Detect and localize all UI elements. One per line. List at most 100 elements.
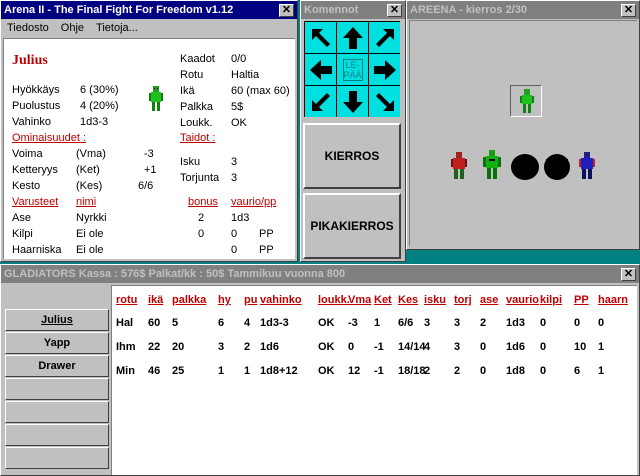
command-close-button[interactable]: ✕ xyxy=(387,3,402,17)
equipment-damage: 1d3 xyxy=(231,212,250,224)
stat-label: Loukk. xyxy=(180,117,213,129)
equipment-slot: Kilpi xyxy=(12,228,33,240)
table-cell: 60 xyxy=(148,317,161,329)
attribute-value: -3 xyxy=(144,148,154,160)
table-cell: 46 xyxy=(148,365,161,377)
empty-slot-button[interactable] xyxy=(5,378,109,400)
table-cell: 1 xyxy=(598,341,605,353)
table-cell: 2 xyxy=(424,365,431,377)
arrow-up-icon xyxy=(342,26,363,49)
column-header[interactable]: Vma xyxy=(348,294,371,306)
column-header[interactable]: palkka xyxy=(172,294,206,306)
main-close-button[interactable]: ✕ xyxy=(279,3,294,17)
menu-file[interactable]: Tiedosto xyxy=(7,22,49,34)
stat-label: Rotu xyxy=(180,69,204,81)
move-down-right-button[interactable] xyxy=(369,86,400,117)
equipment-header-bonus: bonus xyxy=(188,196,218,208)
main-window: Arena II - The Final Fight For Freedom v… xyxy=(0,0,298,262)
menu-bar: Tiedosto Ohje Tietoja... xyxy=(1,19,297,37)
quick-round-button[interactable]: PIKAKIERROS xyxy=(303,193,401,259)
stat-label: Ikä xyxy=(180,85,195,97)
table-cell: 3 xyxy=(454,341,461,353)
column-header[interactable]: pu xyxy=(244,294,257,306)
column-header[interactable]: Ket xyxy=(374,294,392,306)
gladiator-button[interactable]: Julius xyxy=(5,309,109,331)
column-header[interactable]: PP xyxy=(574,294,589,306)
stat-label: Kaadot xyxy=(180,53,215,65)
column-header[interactable]: ikä xyxy=(148,294,163,306)
gladiator-button[interactable]: Drawer xyxy=(5,355,109,377)
equipment-slot: Haarniska xyxy=(12,244,62,256)
move-right-button[interactable] xyxy=(369,54,400,85)
selected-gladiator-marker[interactable] xyxy=(510,85,542,117)
column-header[interactable]: loukk. xyxy=(318,294,350,306)
table-cell: 5 xyxy=(172,317,179,329)
stat-value: 4 (20%) xyxy=(80,100,119,112)
attributes-header: Ominaisuudet : xyxy=(12,132,86,144)
empty-slot-button[interactable] xyxy=(5,447,109,469)
table-cell: -1 xyxy=(374,341,384,353)
table-cell: 0 xyxy=(574,317,581,329)
table-cell: 2 xyxy=(454,365,461,377)
stat-value: 5$ xyxy=(231,101,244,113)
column-header[interactable]: haarn xyxy=(598,294,628,306)
column-header[interactable]: kilpi xyxy=(540,294,562,306)
move-down-button[interactable] xyxy=(337,86,368,117)
move-up-left-button[interactable] xyxy=(305,22,336,53)
arena-titlebar[interactable]: AREENA - kierros 2/30 ✕ xyxy=(407,1,639,19)
gladiator-button[interactable]: Yapp xyxy=(5,332,109,354)
equipment-header-damage: vaurio/pp xyxy=(231,196,277,208)
gladiators-titlebar[interactable]: GLADIATORS Kassa : 576$ Palkat/kk : 50$ … xyxy=(1,265,639,283)
round-button[interactable]: KIERROS xyxy=(303,123,401,189)
table-cell: 6/6 xyxy=(398,317,414,329)
command-titlebar[interactable]: Komennot ✕ xyxy=(301,1,405,19)
move-up-button[interactable] xyxy=(337,22,368,53)
attribute-value: 6/6 xyxy=(138,180,154,192)
attribute-abbr: (Vma) xyxy=(76,148,106,160)
move-up-right-button[interactable] xyxy=(369,22,400,53)
move-left-button[interactable] xyxy=(305,54,336,85)
arena-close-button[interactable]: ✕ xyxy=(621,3,636,17)
command-title: Komennot xyxy=(304,4,359,16)
table-cell: 3 xyxy=(424,317,431,329)
empty-slot-button[interactable] xyxy=(5,401,109,423)
menu-about[interactable]: Tietoja... xyxy=(96,22,138,34)
main-titlebar[interactable]: Arena II - The Final Fight For Freedom v… xyxy=(1,1,297,19)
gladiator-sprite-elf xyxy=(520,89,534,113)
arrow-down-left-icon xyxy=(311,92,330,111)
column-header[interactable]: torj xyxy=(454,294,472,306)
character-portrait xyxy=(149,86,163,111)
move-down-left-button[interactable] xyxy=(305,86,336,117)
table-cell: 0 xyxy=(480,365,487,377)
enemy-sprite-red xyxy=(451,152,467,179)
equipment-header-name: nimi xyxy=(76,196,97,208)
stat-value: OK xyxy=(231,117,247,129)
gladiators-close-button[interactable]: ✕ xyxy=(621,267,636,281)
column-header[interactable]: vaurio xyxy=(506,294,539,306)
table-cell: 4 xyxy=(424,341,431,353)
arrow-down-right-icon xyxy=(375,92,394,111)
column-header[interactable]: hy xyxy=(218,294,231,306)
empty-slot-button[interactable] xyxy=(5,424,109,446)
table-cell: 2 xyxy=(480,317,487,329)
column-header[interactable]: Kes xyxy=(398,294,418,306)
table-cell: 20 xyxy=(172,341,185,353)
attribute-label: Kesto xyxy=(12,180,41,192)
column-header[interactable]: ase xyxy=(480,294,498,306)
arena-title: AREENA - kierros 2/30 xyxy=(410,4,527,16)
table-cell: 1 xyxy=(374,317,381,329)
table-cell: 25 xyxy=(172,365,185,377)
equipment-pp: PP xyxy=(259,228,274,240)
column-header[interactable]: isku xyxy=(424,294,446,306)
menu-help[interactable]: Ohje xyxy=(61,22,84,34)
equipment-name: Ei ole xyxy=(76,228,104,240)
equipment-slot: Ase xyxy=(12,212,31,224)
equipment-name: Ei ole xyxy=(76,244,104,256)
main-title: Arena II - The Final Fight For Freedom v… xyxy=(4,4,234,16)
column-header[interactable]: rotu xyxy=(116,294,137,306)
rest-button[interactable]: LE-PÄÄ xyxy=(337,54,368,85)
column-header[interactable]: vahinko xyxy=(260,294,302,306)
table-cell: 10 xyxy=(574,341,587,353)
equipment-damage: 0 xyxy=(231,244,238,256)
table-cell: 12 xyxy=(348,365,361,377)
